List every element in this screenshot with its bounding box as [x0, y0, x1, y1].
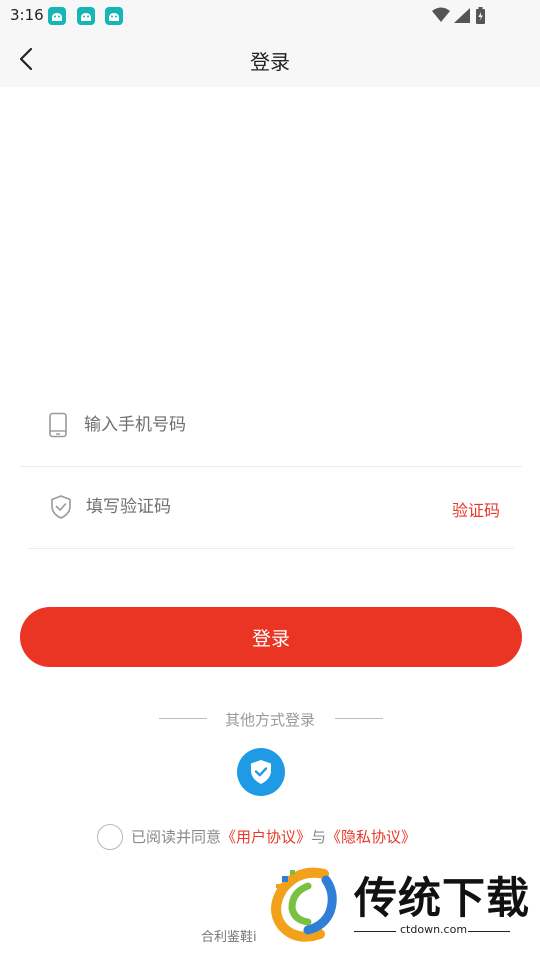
get-code-button[interactable]: 验证码 — [452, 497, 500, 521]
agreement-checkbox[interactable] — [97, 824, 123, 850]
agreement-text: 已阅读并同意《用户协议》与《隐私协议》 — [131, 826, 416, 847]
battery-charging-icon — [476, 7, 485, 24]
user-agreement-link[interactable]: 《用户协议》 — [221, 828, 311, 846]
watermark: 传统下载 ctdown.com — [268, 860, 530, 952]
footer-text: 合利鉴鞋i — [201, 930, 257, 945]
privacy-policy-link[interactable]: 《隐私协议》 — [326, 828, 416, 846]
page-title: 登录 — [250, 50, 290, 74]
watermark-line-left — [354, 931, 396, 932]
phone-row — [20, 386, 522, 467]
one-click-login-button[interactable] — [237, 748, 285, 796]
divider-right — [335, 718, 383, 719]
verification-code-row: 验证码 — [28, 468, 514, 549]
android-notification-icon — [77, 7, 95, 25]
agreement-conjunction: 与 — [311, 828, 327, 846]
watermark-logo-icon — [271, 867, 337, 942]
status-bar: 3:16 — [0, 0, 540, 32]
android-notification-icon — [48, 7, 66, 25]
cellular-signal-icon — [454, 8, 470, 23]
app-header: 登录 — [0, 32, 540, 87]
other-login-label: 其他方式登录 — [224, 711, 315, 729]
android-notification-icon — [105, 7, 123, 25]
phone-icon — [48, 412, 68, 442]
shield-check-icon — [50, 494, 72, 524]
status-time: 3:16 — [10, 6, 44, 24]
verification-code-input[interactable] — [84, 490, 408, 524]
watermark-url: ctdown.com — [400, 923, 468, 936]
wifi-icon — [432, 7, 450, 22]
agreement-prefix: 已阅读并同意 — [131, 828, 222, 846]
watermark-line-right — [468, 931, 510, 932]
watermark-title: 传统下载 — [354, 874, 530, 924]
status-icons — [430, 6, 510, 30]
login-button[interactable]: 登录 — [20, 607, 522, 667]
shield-check-icon — [251, 760, 271, 784]
phone-input[interactable] — [82, 408, 406, 442]
